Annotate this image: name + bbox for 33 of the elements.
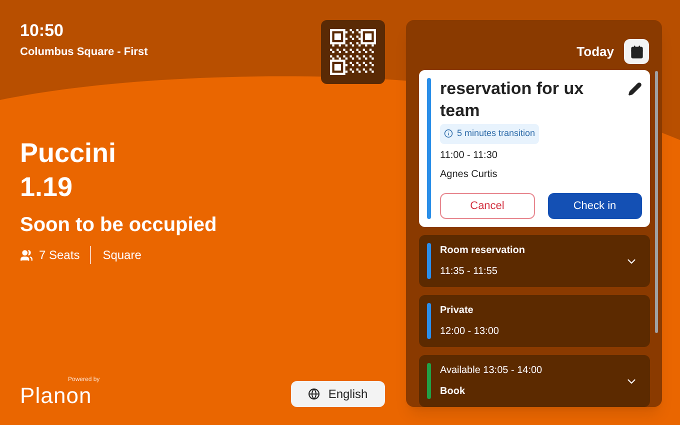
room-number: 1.19 <box>20 171 74 204</box>
room-name: Puccini <box>20 137 118 170</box>
item-time: 12:00 - 13:00 <box>440 325 500 339</box>
people-icon <box>20 248 33 262</box>
organizer-name: Agnes Curtis <box>440 168 498 182</box>
book-action[interactable]: Book <box>440 384 625 399</box>
location-label: Columbus Square - First <box>20 45 148 60</box>
room-status: Soon to be occupied <box>20 213 218 238</box>
language-button[interactable]: English <box>291 381 385 407</box>
booking-title: reservation for ux team <box>440 78 585 122</box>
agenda-item[interactable]: Private 12:00 - 13:00 <box>419 295 650 347</box>
clock-time: 10:50 <box>20 20 64 42</box>
edit-icon[interactable] <box>628 82 642 96</box>
brand-logo: Planon <box>20 385 92 407</box>
item-title: Room reservation <box>440 244 526 258</box>
cancel-button[interactable]: Cancel <box>440 193 534 219</box>
seat-count: 7 Seats <box>39 246 91 264</box>
agenda-item[interactable]: Room reservation 11:35 - 11:55 <box>419 235 650 287</box>
booking-time: 11:00 - 11:30 <box>440 148 498 163</box>
agenda-title: Today <box>576 42 614 61</box>
check-in-button[interactable]: Check in <box>548 193 642 219</box>
qr-code <box>321 20 385 84</box>
info-icon <box>444 129 453 138</box>
calendar-button[interactable] <box>624 39 649 64</box>
item-time: 11:35 - 11:55 <box>440 265 498 279</box>
transition-badge: 5 minutes transition <box>440 124 540 144</box>
item-title: Private <box>440 304 474 318</box>
room-layout: Square <box>102 247 142 264</box>
calendar-icon <box>630 44 644 58</box>
scrollbar[interactable] <box>655 71 658 333</box>
item-time: Available 13:05 - 14:00 <box>440 364 544 378</box>
globe-icon <box>308 388 320 400</box>
agenda-item[interactable]: Available 13:05 - 14:00 Book <box>419 355 650 407</box>
